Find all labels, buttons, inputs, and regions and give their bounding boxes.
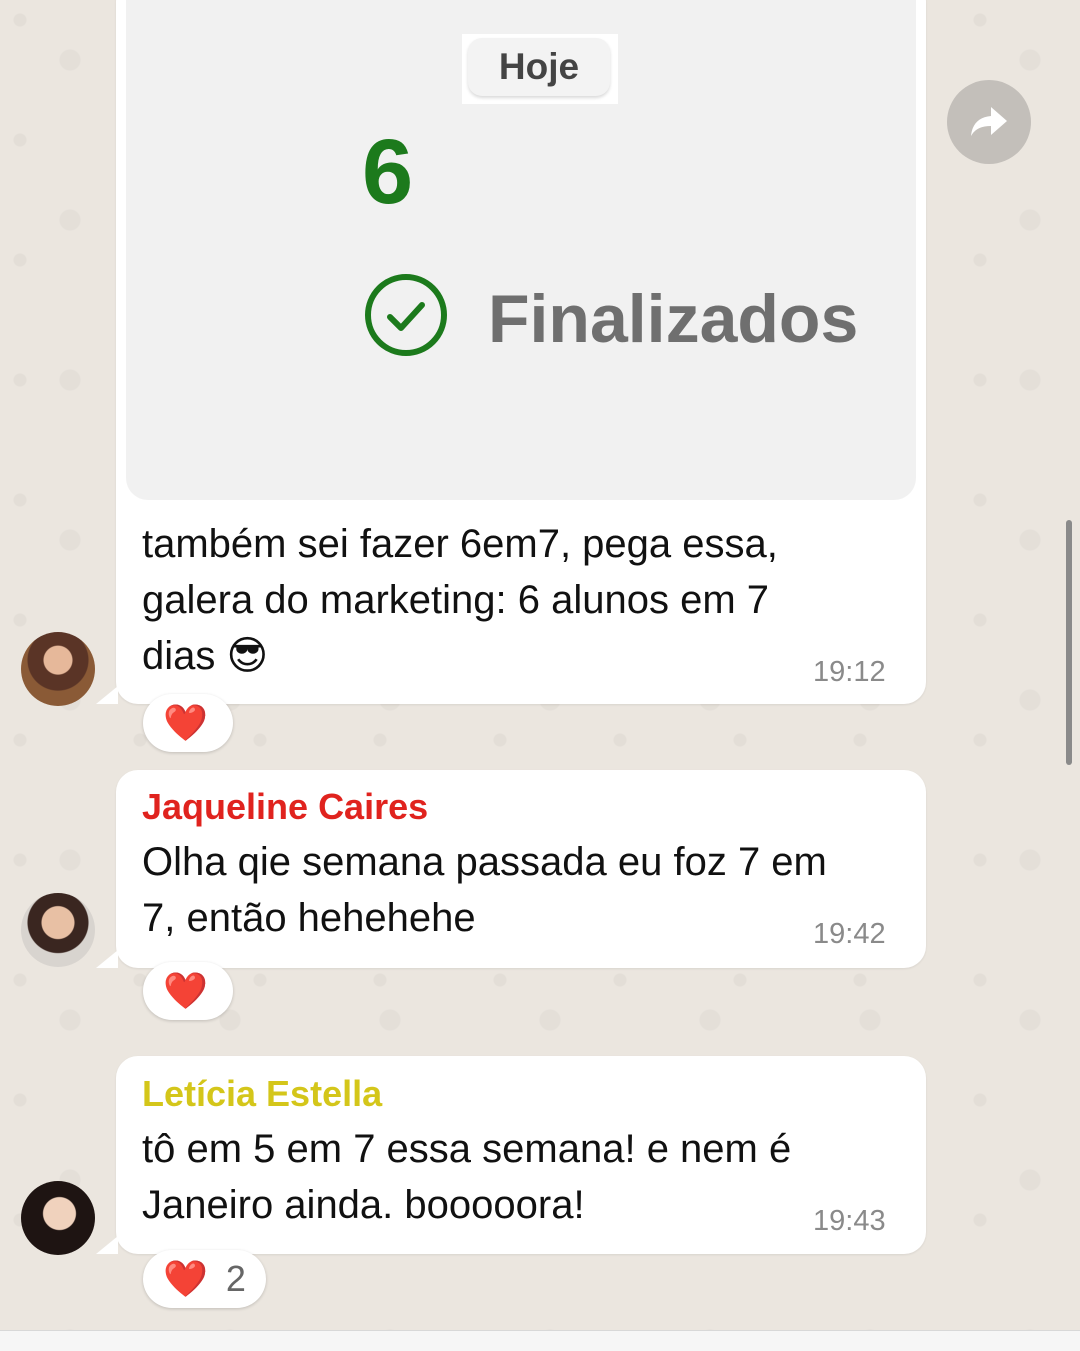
date-chip-label: Hoje: [468, 38, 610, 96]
message-time: 19:12: [813, 656, 886, 688]
avatar[interactable]: [21, 632, 95, 706]
reaction-count: 2: [225, 1258, 246, 1299]
message-text: Olha qie semana passada eu foz 7 em 7, e…: [142, 834, 827, 946]
reaction-badge[interactable]: ❤️: [143, 962, 233, 1020]
sender-name[interactable]: Letícia Estella: [142, 1073, 382, 1115]
message-line: Olha qie semana passada eu foz 7 em: [142, 840, 827, 884]
message-line: dias 😎: [142, 634, 269, 678]
message-time: 19:42: [813, 918, 886, 950]
reaction-badge[interactable]: ❤️: [143, 694, 233, 752]
heart-icon: ❤️: [163, 702, 208, 743]
message-line: também sei fazer 6em7, pega essa,: [142, 522, 778, 566]
forward-button[interactable]: [947, 80, 1031, 164]
bottom-bar: [0, 1330, 1080, 1351]
status-label: Finalizados: [488, 281, 859, 357]
avatar[interactable]: [21, 893, 95, 967]
message-time: 19:43: [813, 1205, 886, 1237]
reaction-badge[interactable]: ❤️ 2: [143, 1250, 266, 1308]
forward-arrow-icon: [971, 107, 1007, 136]
bubble-tail: [96, 686, 118, 704]
message-text: também sei fazer 6em7, pega essa, galera…: [142, 516, 778, 684]
message-line: 7, então hehehehe: [142, 896, 476, 940]
heart-icon: ❤️: [163, 1258, 208, 1299]
scrollbar[interactable]: [1066, 520, 1072, 765]
message-line: galera do marketing: 6 alunos em 7: [142, 578, 770, 622]
date-chip: Hoje: [462, 34, 618, 104]
message-line: Janeiro ainda. booooora!: [142, 1183, 585, 1227]
sender-name[interactable]: Jaqueline Caires: [142, 786, 428, 828]
bubble-tail: [96, 950, 118, 968]
message-line: tô em 5 em 7 essa semana! e nem é: [142, 1127, 792, 1171]
heart-icon: ❤️: [163, 970, 208, 1011]
check-circle-icon: [365, 274, 447, 356]
count-value: 6: [362, 121, 414, 223]
bubble-tail: [96, 1236, 118, 1254]
avatar[interactable]: [21, 1181, 95, 1255]
message-text: tô em 5 em 7 essa semana! e nem é Janeir…: [142, 1121, 791, 1233]
